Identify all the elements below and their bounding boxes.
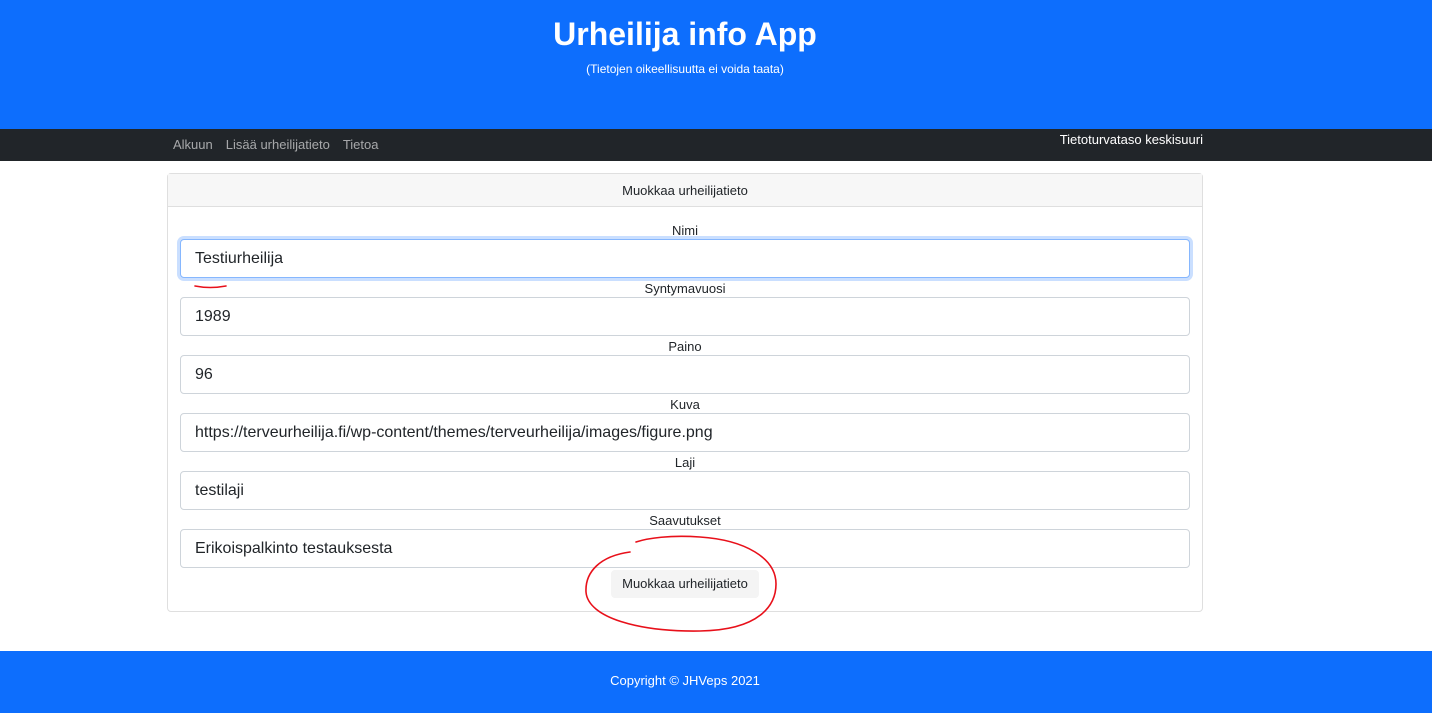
image-url-label: Kuva: [670, 397, 700, 412]
app-title: Urheilija info App: [553, 16, 817, 52]
name-label: Nimi: [672, 223, 698, 238]
card-title: Muokkaa urheilijatieto: [168, 174, 1202, 207]
weight-input[interactable]: [180, 355, 1190, 394]
birth-year-input[interactable]: [180, 297, 1190, 336]
image-url-input[interactable]: [180, 413, 1190, 452]
app-subtitle: (Tietojen oikeellisuutta ei voida taata): [586, 62, 784, 76]
sport-label: Laji: [674, 455, 696, 470]
weight-label: Paino: [668, 339, 702, 354]
security-level-text: Tietoturvataso keskisuuri: [1059, 132, 1203, 147]
app-header: Urheilija info App (Tietojen oikeellisuu…: [0, 0, 1432, 129]
birth-year-label: Syntymavuosi: [644, 281, 726, 296]
achievements-label: Saavutukset: [649, 513, 721, 528]
nav-item-home[interactable]: Alkuun: [173, 137, 213, 153]
copyright-text: Copyright © JHVeps 2021: [610, 673, 760, 688]
achievements-input[interactable]: [180, 529, 1190, 568]
app-footer: Copyright © JHVeps 2021: [0, 651, 1432, 713]
name-input[interactable]: [180, 239, 1190, 278]
edit-athlete-card: Muokkaa urheilijatieto Nimi Syntymavuosi…: [167, 173, 1203, 612]
nav-links: Alkuun Lisää urheilijatieto Tietoa: [173, 137, 391, 153]
navbar: Alkuun Lisää urheilijatieto Tietoa Tieto…: [0, 129, 1432, 161]
nav-item-about[interactable]: Tietoa: [343, 137, 379, 153]
nav-item-add-athlete[interactable]: Lisää urheilijatieto: [226, 137, 330, 153]
sport-input[interactable]: [180, 471, 1190, 510]
edit-athlete-button[interactable]: Muokkaa urheilijatieto: [611, 570, 759, 598]
